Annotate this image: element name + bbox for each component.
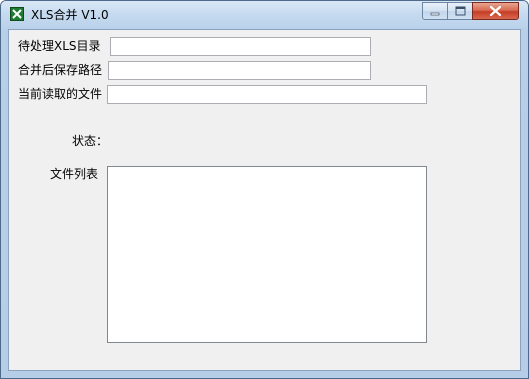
minimize-icon xyxy=(430,12,440,16)
status-label: 状态： xyxy=(72,134,109,148)
close-icon xyxy=(489,5,502,17)
close-button[interactable] xyxy=(472,2,519,20)
source-dir-input[interactable] xyxy=(110,37,371,56)
current-file-label: 当前读取的文件 xyxy=(18,87,103,101)
title-bar[interactable]: XLS合并 V1.0 xyxy=(1,1,528,29)
current-file-input[interactable] xyxy=(107,85,427,104)
save-path-input[interactable] xyxy=(108,61,371,80)
minimize-button[interactable] xyxy=(422,2,448,20)
client-area: 待处理XLS目录 合并后保存路径 当前读取的文件 状态： 文件列表 xyxy=(8,29,521,371)
maximize-button[interactable] xyxy=(447,2,473,20)
file-listbox[interactable] xyxy=(107,166,427,343)
source-dir-label: 待处理XLS目录 xyxy=(18,39,101,53)
window-title: XLS合并 V1.0 xyxy=(31,8,109,22)
app-window: XLS合并 V1.0 待处理XLS目录 合并后保存路径 当前读取的文件 状态： … xyxy=(0,0,529,379)
save-path-label: 合并后保存路径 xyxy=(18,63,103,77)
excel-icon xyxy=(10,7,24,21)
maximize-icon xyxy=(455,6,466,16)
file-list-label: 文件列表 xyxy=(50,167,99,181)
